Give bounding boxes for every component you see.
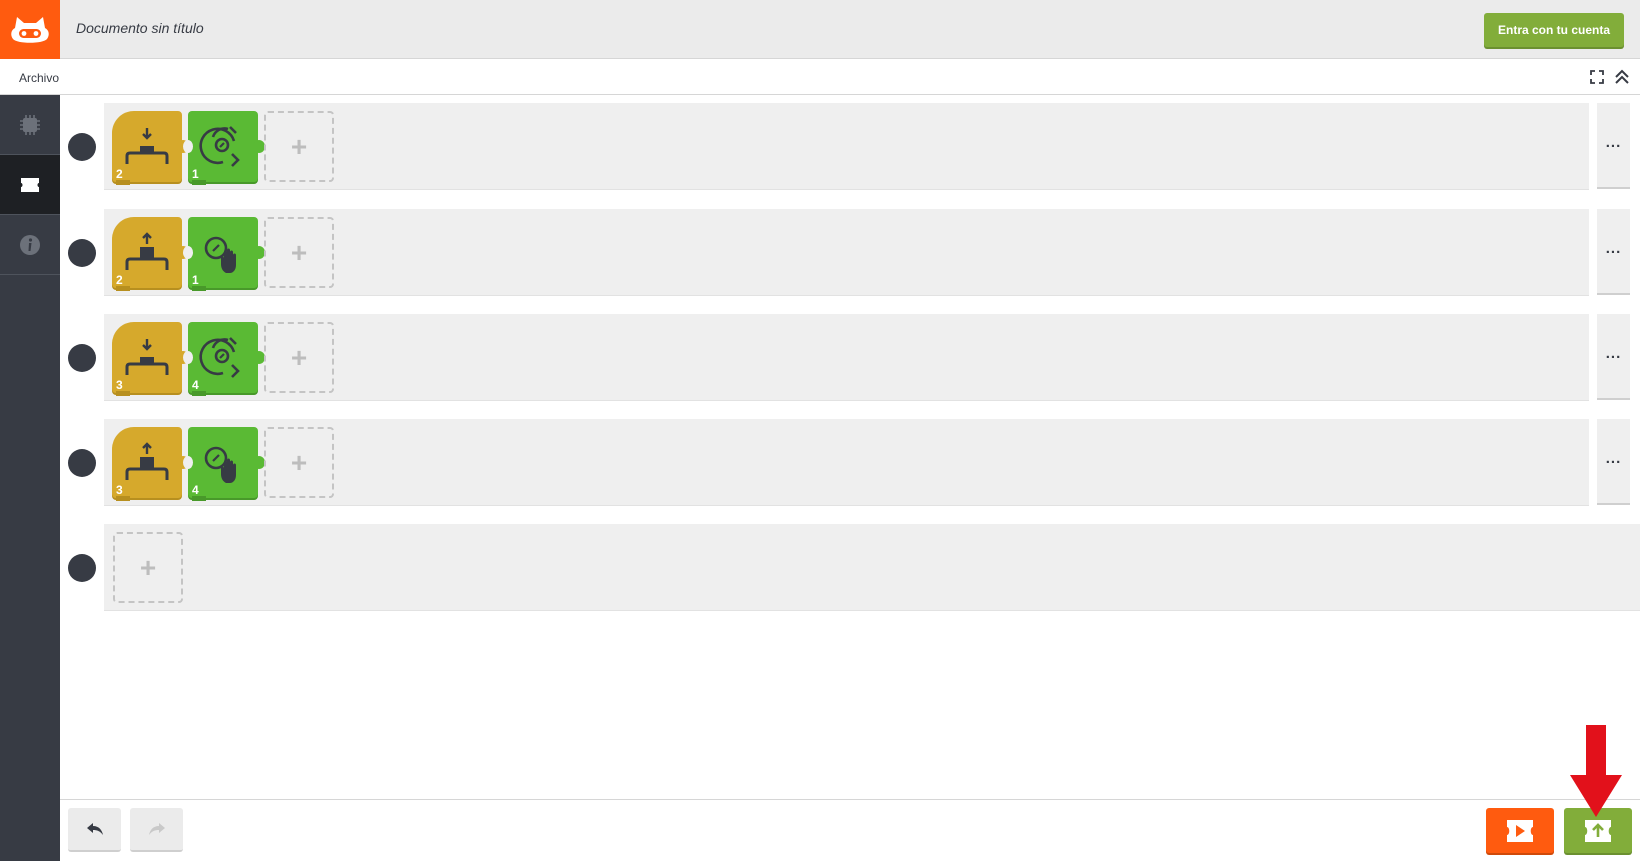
add-block-slot[interactable]: + bbox=[264, 322, 334, 393]
wait-pressed-block[interactable]: 3 bbox=[112, 322, 189, 396]
rule-row: 3 4 + bbox=[104, 314, 1589, 401]
info-icon bbox=[20, 234, 40, 255]
collapse-up-icon[interactable] bbox=[1613, 68, 1631, 86]
sidebar-item-info[interactable] bbox=[0, 215, 60, 275]
port-number: 4 bbox=[192, 483, 199, 497]
port-number: 3 bbox=[116, 378, 123, 392]
footer-divider bbox=[60, 799, 1640, 800]
row-menu-button[interactable]: ... bbox=[1597, 209, 1630, 295]
bitbloq-logo[interactable] bbox=[0, 0, 60, 59]
redo-button[interactable] bbox=[130, 808, 183, 852]
block-notch bbox=[183, 351, 193, 364]
run-simulation-button[interactable] bbox=[1486, 808, 1554, 853]
wait-pressed-block[interactable]: 2 bbox=[112, 111, 189, 185]
block-notch bbox=[183, 456, 193, 469]
row-bullet bbox=[68, 344, 96, 372]
port-number: 3 bbox=[116, 483, 123, 497]
run-icon bbox=[1507, 819, 1533, 842]
new-rule-row: + bbox=[104, 524, 1640, 611]
add-block-slot[interactable]: + bbox=[264, 427, 334, 498]
sidebar bbox=[0, 95, 60, 861]
menu-archivo[interactable]: Archivo bbox=[19, 71, 59, 85]
row-menu-button[interactable]: ... bbox=[1597, 419, 1630, 505]
row-bullet bbox=[68, 239, 96, 267]
menubar: Archivo bbox=[0, 59, 1640, 95]
rule-row: 2 1 + bbox=[104, 103, 1589, 190]
port-number: 2 bbox=[116, 273, 123, 287]
fullscreen-icon[interactable] bbox=[1589, 69, 1605, 85]
wait-released-block[interactable]: 2 bbox=[112, 217, 189, 291]
sidebar-item-software[interactable] bbox=[0, 155, 60, 215]
block-notch bbox=[183, 140, 193, 153]
row-menu-button[interactable]: ... bbox=[1597, 103, 1630, 189]
undo-button[interactable] bbox=[68, 808, 121, 852]
block-notch bbox=[183, 246, 193, 259]
add-block-slot[interactable]: + bbox=[264, 217, 334, 288]
header: Documento sin título Entra con tu cuenta bbox=[0, 0, 1640, 59]
servo-stop-block[interactable]: 1 bbox=[183, 217, 265, 291]
app-window: Documento sin título Entra con tu cuenta… bbox=[0, 0, 1640, 861]
servo-rotate-block[interactable]: 4 bbox=[183, 322, 265, 396]
servo-stop-block[interactable]: 4 bbox=[183, 427, 265, 501]
rule-row: 2 1 + bbox=[104, 209, 1589, 296]
upload-icon bbox=[1585, 819, 1611, 842]
port-number: 4 bbox=[192, 378, 199, 392]
document-title[interactable]: Documento sin título bbox=[76, 20, 204, 36]
redo-icon bbox=[148, 823, 165, 835]
row-bullet bbox=[68, 449, 96, 477]
add-block-slot[interactable]: + bbox=[113, 532, 183, 603]
row-bullet bbox=[68, 133, 96, 161]
port-number: 1 bbox=[192, 167, 199, 181]
undo-icon bbox=[86, 823, 103, 835]
wait-released-block[interactable]: 3 bbox=[112, 427, 189, 501]
add-block-slot[interactable]: + bbox=[264, 111, 334, 182]
port-number: 1 bbox=[192, 273, 199, 287]
rule-row: 3 4 + bbox=[104, 419, 1589, 506]
highlight-arrow-icon bbox=[1570, 725, 1622, 817]
chip-icon bbox=[20, 114, 40, 135]
sidebar-item-hardware[interactable] bbox=[0, 95, 60, 155]
servo-rotate-block[interactable]: 1 bbox=[183, 111, 265, 185]
blocks-icon bbox=[21, 177, 39, 192]
login-button[interactable]: Entra con tu cuenta bbox=[1484, 13, 1624, 47]
row-menu-button[interactable]: ... bbox=[1597, 314, 1630, 400]
port-number: 2 bbox=[116, 167, 123, 181]
row-bullet bbox=[68, 554, 96, 582]
robot-logo-icon bbox=[11, 16, 49, 43]
